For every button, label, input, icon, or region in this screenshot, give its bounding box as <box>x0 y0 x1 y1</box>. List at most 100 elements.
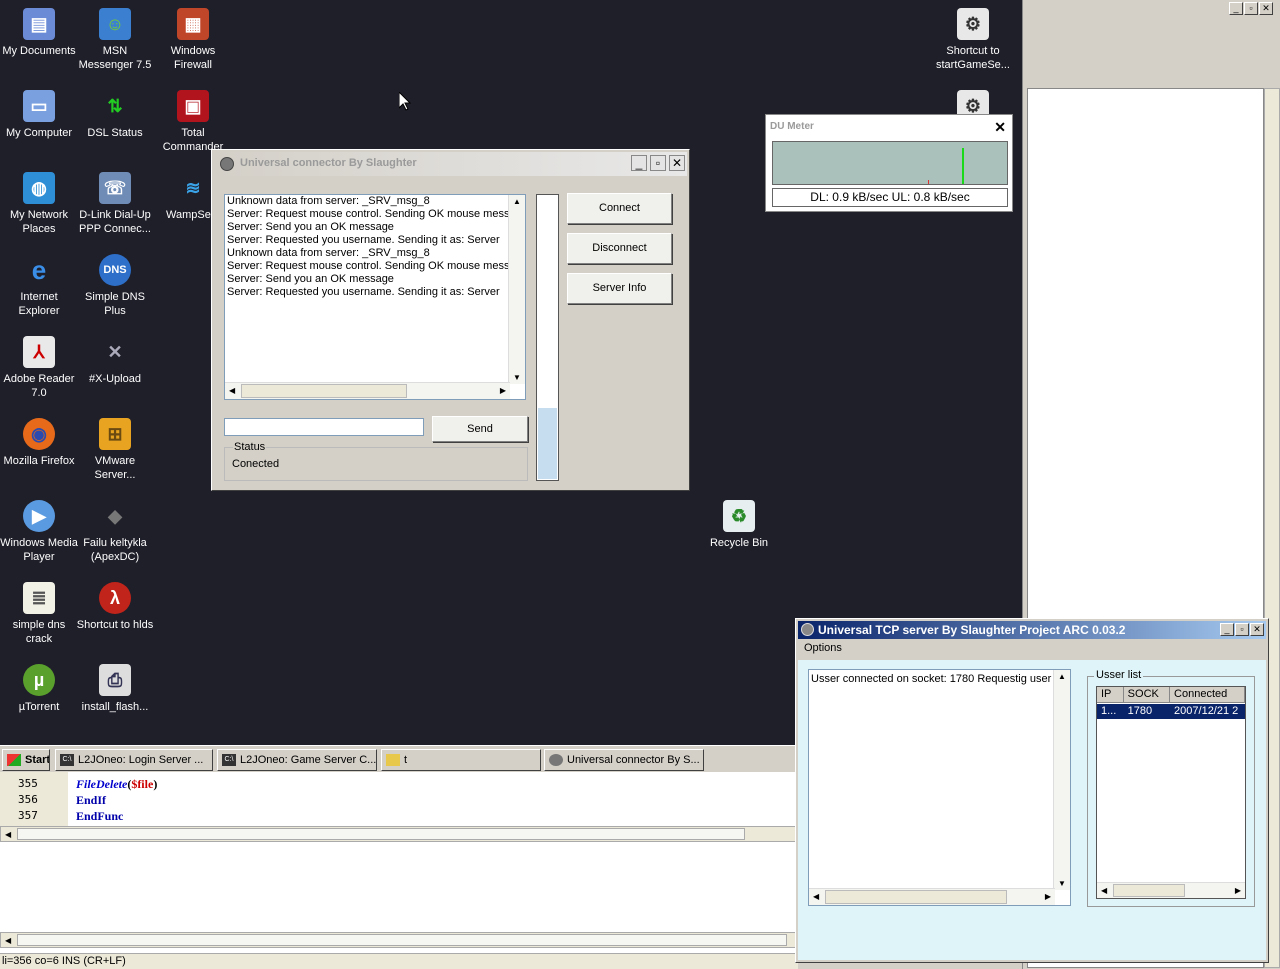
table-horizontal-scrollbar[interactable]: ◀ ▶ <box>1097 882 1245 898</box>
close-icon[interactable]: ✕ <box>669 155 685 171</box>
scroll-right-icon[interactable]: ▶ <box>500 386 506 395</box>
keyword: EndIf <box>76 793 107 807</box>
scroll-up-icon[interactable]: ▲ <box>513 197 521 206</box>
scroll-thumb[interactable] <box>17 934 787 946</box>
log-horizontal-scrollbar[interactable]: ◀ ▶ <box>809 888 1055 905</box>
scroll-down-icon[interactable]: ▼ <box>513 373 521 382</box>
output-horizontal-scrollbar[interactable]: ◀ <box>0 932 798 948</box>
connect-button[interactable]: Connect <box>567 193 672 224</box>
desktop-icon-media-player[interactable]: ▶ Windows Media Player <box>0 496 78 564</box>
message-log[interactable]: Unknown data from server: _SRV_msg_8 Ser… <box>224 194 526 400</box>
log-horizontal-scrollbar[interactable]: ◀ ▶ <box>225 382 510 399</box>
desktop-icon-total-commander[interactable]: ▣ Total Commander <box>154 86 232 154</box>
scroll-right-icon[interactable]: ▶ <box>1235 886 1241 895</box>
pdf-icon: ⅄ <box>23 336 55 368</box>
ie-icon: e <box>31 255 47 285</box>
scroll-right-icon[interactable]: ▶ <box>1045 892 1051 901</box>
desktop-icon-my-documents[interactable]: ▤ My Documents <box>0 4 78 58</box>
scroll-left-icon[interactable]: ◀ <box>813 892 819 901</box>
tcp-server-window: Universal TCP server By Slaughter Projec… <box>795 618 1269 963</box>
server-info-button[interactable]: Server Info <box>567 273 672 304</box>
column-header-connected[interactable]: Connected <box>1170 687 1245 702</box>
desktop-icon-simple-dns[interactable]: DNS Simple DNS Plus <box>76 250 154 318</box>
console-icon: C:\ <box>60 754 74 766</box>
log-vertical-scrollbar[interactable]: ▲ ▼ <box>1053 670 1070 890</box>
desktop-icon-dlink[interactable]: ☏ D-Link Dial-Up PPP Connec... <box>76 168 154 236</box>
table-row[interactable]: 1... 1780 2007/12/21 2 <box>1097 704 1245 719</box>
code-editor[interactable]: 355 FileDelete($file) 356 EndIf 357 EndF… <box>0 772 798 969</box>
taskbar-item-folder[interactable]: t <box>381 749 541 771</box>
scroll-thumb[interactable] <box>241 384 407 398</box>
scroll-thumb[interactable] <box>17 828 745 840</box>
desktop-icon-network-places[interactable]: ◍ My Network Places <box>0 168 78 236</box>
du-meter-readout: DL: 0.9 kB/sec UL: 0.8 kB/sec <box>772 188 1008 207</box>
desktop-icon-adobe-reader[interactable]: ⅄ Adobe Reader 7.0 <box>0 332 78 400</box>
media-player-icon: ▶ <box>23 500 55 532</box>
window-title: Universal connector By Slaughter <box>240 157 417 169</box>
desktop-icon-firefox[interactable]: ◉ Mozilla Firefox <box>0 414 78 468</box>
scroll-left-icon[interactable]: ◀ <box>5 936 11 945</box>
download-spike <box>962 148 964 184</box>
floppy-icon: ▣ <box>177 90 209 122</box>
desktop-icon-install-flash[interactable]: ⎙ install_flash... <box>76 660 154 714</box>
minimize-icon[interactable]: _ <box>1220 623 1234 636</box>
desktop-icon-my-computer[interactable]: ▭ My Computer <box>0 86 78 140</box>
desktop-icon-dsl-status[interactable]: ⇅ DSL Status <box>76 86 154 140</box>
start-button[interactable]: Start <box>2 749 50 771</box>
computer-icon: ▭ <box>23 90 55 122</box>
desktop-icon-msn[interactable]: ☺ MSN Messenger 7.5 <box>76 4 154 72</box>
title-bar[interactable]: Universal connector By Slaughter <box>214 152 687 176</box>
maximize-icon[interactable]: ▫ <box>650 155 666 171</box>
editor-status-bar: li=356 co=6 INS (CR+LF) <box>0 953 798 969</box>
desktop-icon-firewall[interactable]: ▦ Windows Firewall <box>154 4 232 72</box>
menu-bar: Options <box>798 640 1266 659</box>
scroll-up-icon[interactable]: ▲ <box>1058 672 1066 681</box>
minimize-icon[interactable]: _ <box>631 155 647 171</box>
taskbar-item-universal-connector[interactable]: Universal connector By S... <box>544 749 704 771</box>
scroll-down-icon[interactable]: ▼ <box>1058 879 1066 888</box>
app-icon <box>220 157 234 171</box>
scroll-thumb[interactable] <box>825 890 1007 904</box>
log-vertical-scrollbar[interactable]: ▲ ▼ <box>508 195 525 384</box>
disconnect-button[interactable]: Disconnect <box>567 233 672 264</box>
desktop-icon-apexdc[interactable]: ◆ Failu keltykla (ApexDC) <box>76 496 154 564</box>
taskbar-item-game-server[interactable]: C:\ L2JOneo: Game Server C... <box>217 749 377 771</box>
restore-icon[interactable]: ▫ <box>1244 2 1258 15</box>
log-line: Unknown data from server: _SRV_msg_8 <box>227 247 430 259</box>
taskbar-item-login-server[interactable]: C:\ L2JOneo: Login Server ... <box>55 749 213 771</box>
folder-icon <box>386 754 400 766</box>
scroll-left-icon[interactable]: ◀ <box>229 386 235 395</box>
scroll-left-icon[interactable]: ◀ <box>1101 886 1107 895</box>
desktop-icon-ie[interactable]: e Internet Explorer <box>0 250 78 318</box>
app-icon <box>549 754 563 766</box>
send-button[interactable]: Send <box>432 416 528 442</box>
title-bar[interactable]: Universal TCP server By Slaughter Projec… <box>798 621 1266 639</box>
menu-options[interactable]: Options <box>804 642 842 654</box>
dns-icon: DNS <box>99 254 131 286</box>
desktop-icon-x-upload[interactable]: ✕ #X-Upload <box>76 332 154 386</box>
minimize-icon[interactable]: _ <box>1229 2 1243 15</box>
editor-horizontal-scrollbar[interactable]: ◀ <box>0 826 798 842</box>
column-header-sock[interactable]: SOCK <box>1124 687 1171 702</box>
line-number: 355 <box>18 777 38 790</box>
desktop-icon-recycle-bin[interactable]: ♻ Recycle Bin <box>700 496 778 550</box>
desktop-icon-hlds[interactable]: λ Shortcut to hlds <box>76 578 154 632</box>
window-title: Universal TCP server By Slaughter Projec… <box>818 623 1126 637</box>
network-status-icon: ⇅ <box>107 96 123 116</box>
scroll-left-icon[interactable]: ◀ <box>5 830 11 839</box>
desktop-icon-startgameserver[interactable]: ⚙ Shortcut to startGameSe... <box>934 4 1012 72</box>
desktop-icon-utorrent[interactable]: µ µTorrent <box>0 660 78 714</box>
close-icon[interactable]: ✕ <box>994 119 1006 136</box>
desktop-icon-simple-dns-crack[interactable]: ≣ simple dns crack <box>0 578 78 646</box>
line-number: 357 <box>18 809 38 822</box>
close-icon[interactable]: ✕ <box>1250 623 1264 636</box>
column-header-ip[interactable]: IP <box>1097 687 1124 702</box>
maximize-icon[interactable]: ▫ <box>1235 623 1249 636</box>
user-list-table[interactable]: IP SOCK Connected 1... 1780 2007/12/21 2… <box>1096 686 1246 899</box>
server-log[interactable]: Usser connected on socket: 1780 Requesti… <box>808 669 1071 906</box>
close-icon[interactable]: ✕ <box>1259 2 1273 15</box>
vertical-progress-bar <box>536 194 559 481</box>
desktop-icon-vmware[interactable]: ⊞ VMware Server... <box>76 414 154 482</box>
message-input[interactable] <box>224 418 424 436</box>
scroll-thumb[interactable] <box>1113 884 1185 897</box>
